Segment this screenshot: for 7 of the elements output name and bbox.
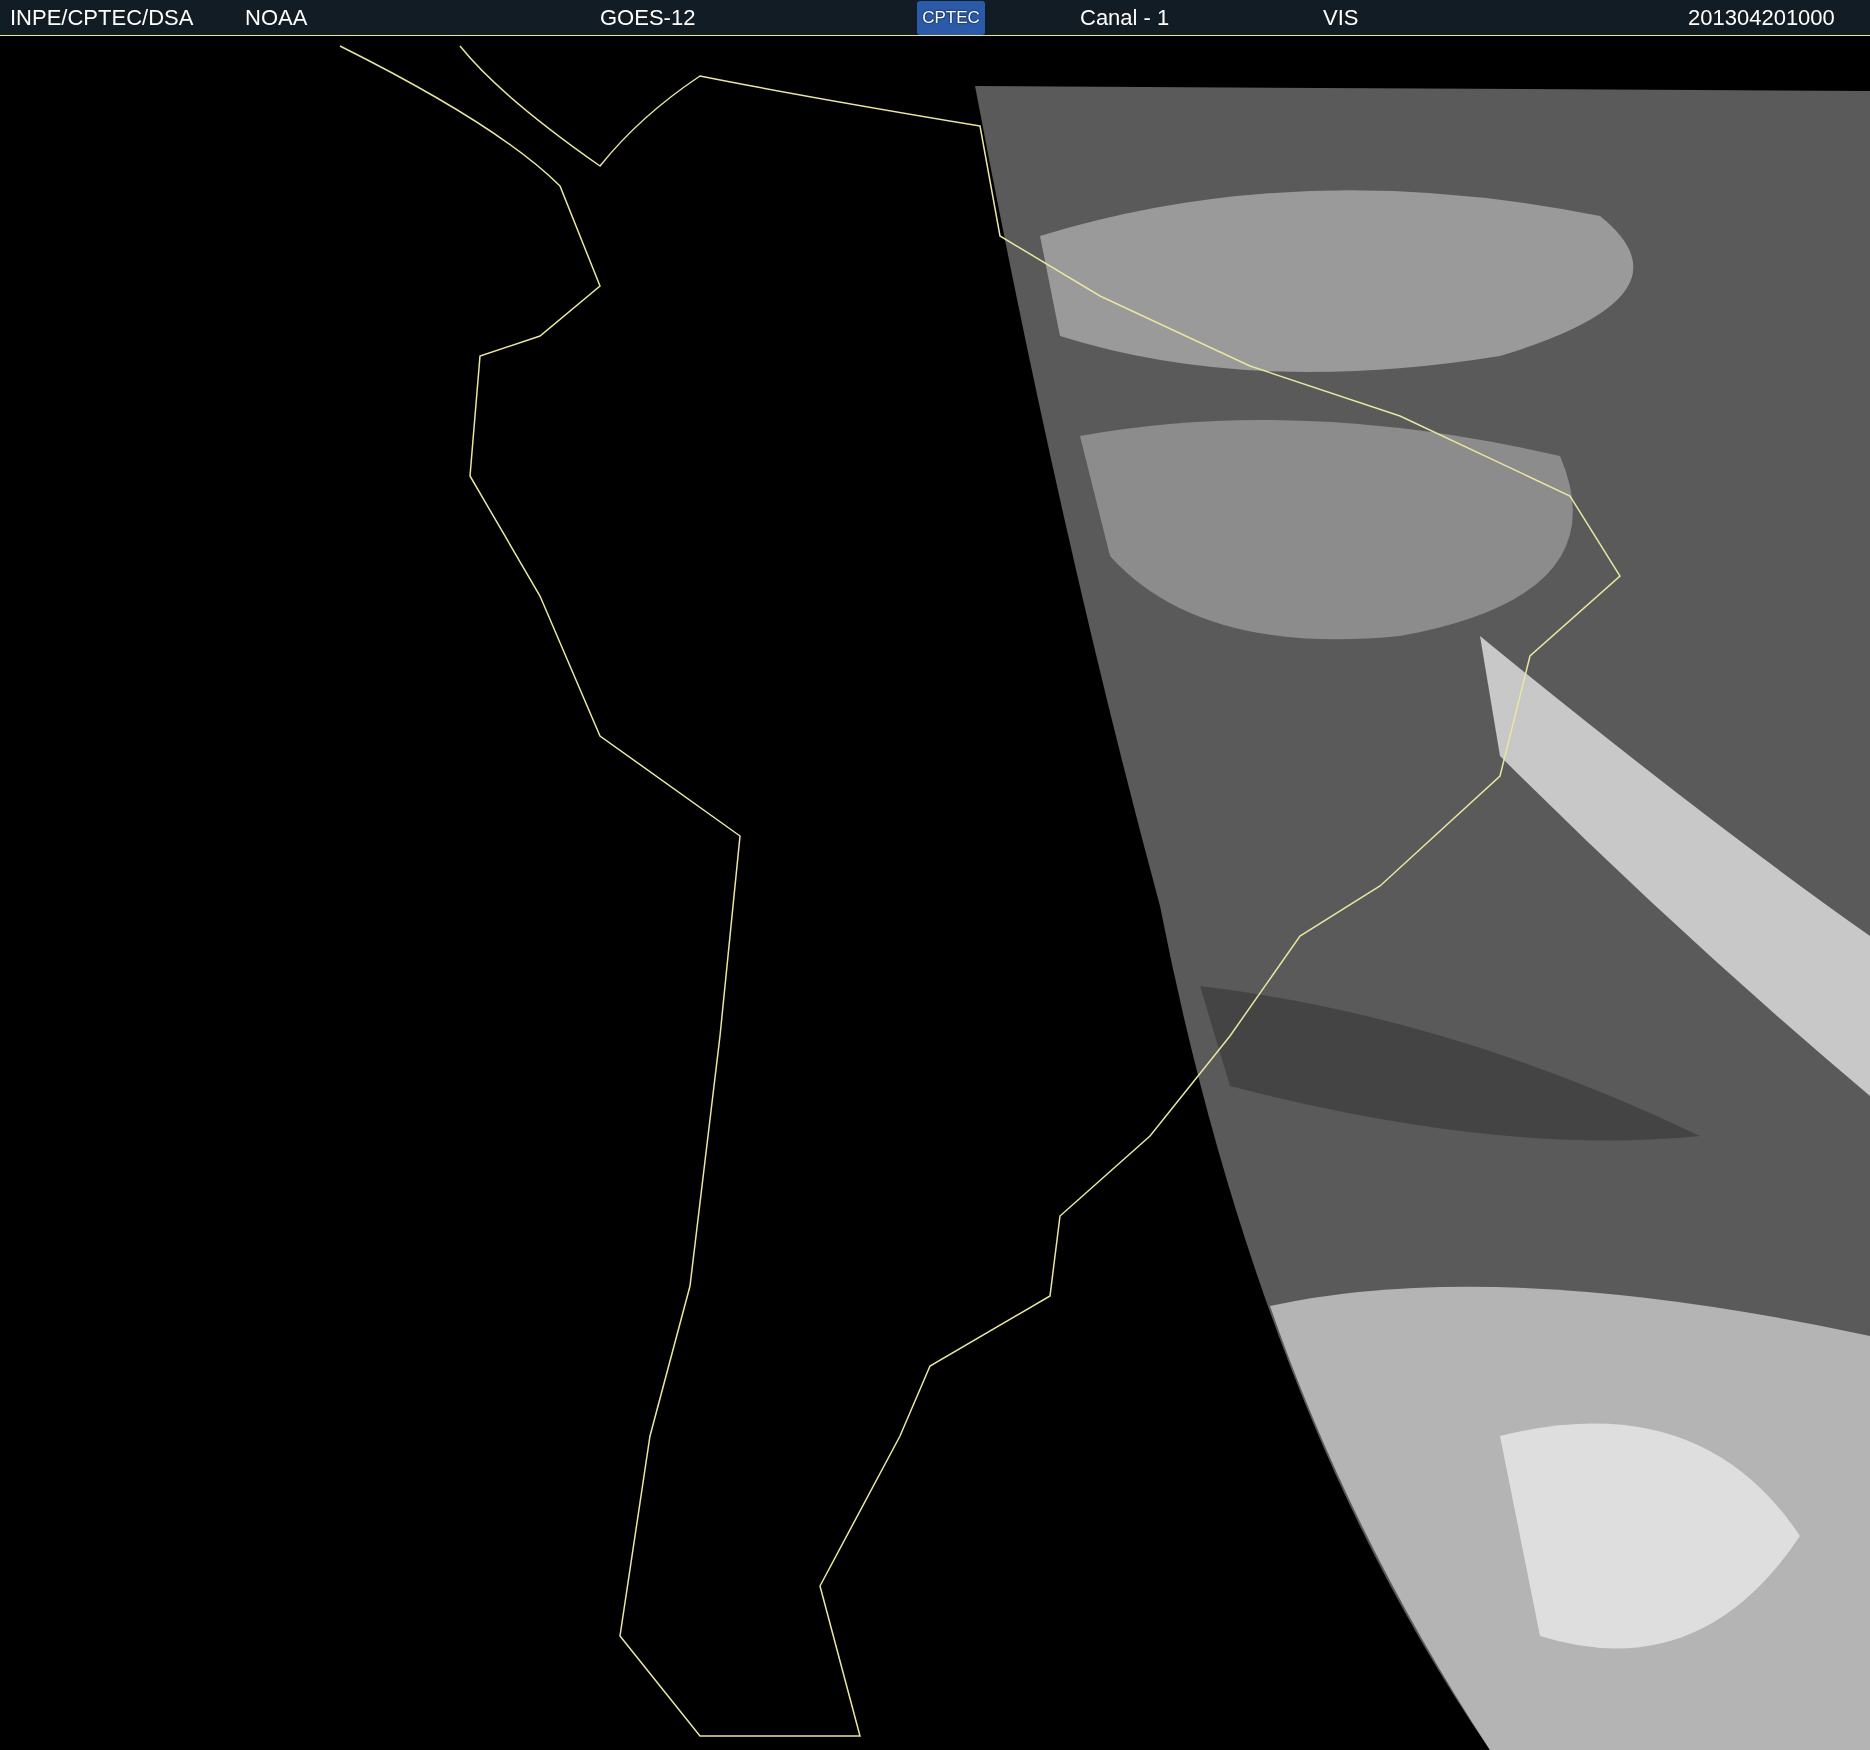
logo: CPTEC: [917, 0, 985, 35]
source-label: INPE/CPTEC/DSA: [10, 4, 195, 31]
timestamp-label: 201304201000: [1688, 4, 1835, 31]
satellite-label: GOES-12: [600, 4, 697, 31]
agency-label: NOAA: [245, 4, 309, 31]
channel-label: Canal - 1: [1080, 4, 1171, 31]
band-label: VIS: [1323, 4, 1360, 31]
